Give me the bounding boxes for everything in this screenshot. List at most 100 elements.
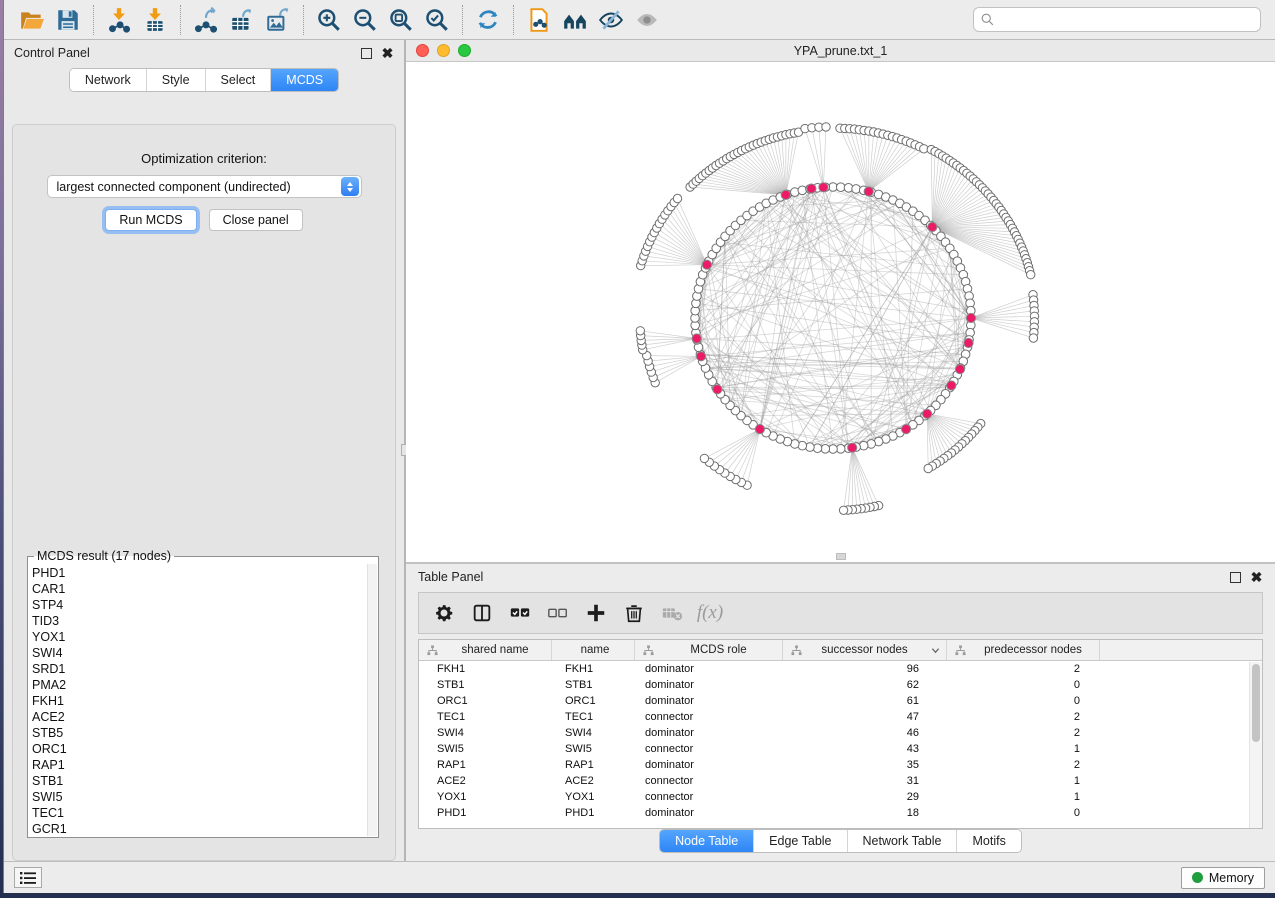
export-image-button[interactable]	[260, 3, 296, 37]
network-canvas[interactable]	[406, 62, 1275, 562]
delete-table-icon	[661, 602, 683, 624]
toolbar-separator	[462, 5, 463, 35]
list-icon	[20, 871, 36, 885]
control-panel-title: Control Panel	[14, 46, 90, 60]
binoculars-button[interactable]	[557, 3, 593, 37]
result-item[interactable]: TEC1	[32, 805, 366, 821]
zoom-in-button[interactable]	[311, 3, 347, 37]
tab-motifs[interactable]: Motifs	[956, 830, 1020, 852]
zoom-fit-button[interactable]	[383, 3, 419, 37]
zoom-selected-button[interactable]	[419, 3, 455, 37]
export-table-icon	[229, 7, 255, 33]
result-item[interactable]: SWI5	[32, 789, 366, 805]
result-item[interactable]: RAP1	[32, 757, 366, 773]
result-item[interactable]: FKH1	[32, 693, 366, 709]
delete-column-button[interactable]	[617, 596, 651, 630]
import-table-icon	[142, 7, 168, 33]
deselect-all-button[interactable]	[541, 596, 575, 630]
float-panel-icon[interactable]	[361, 48, 372, 59]
table-panel: Table Panel ✖	[406, 562, 1275, 861]
result-item[interactable]: CAR1	[32, 581, 366, 597]
open-file-button[interactable]	[14, 3, 50, 37]
cytoscape-window: Control Panel ✖ Network Style Select MCD…	[3, 0, 1275, 893]
tab-select[interactable]: Select	[205, 69, 271, 91]
zoom-out-button[interactable]	[347, 3, 383, 37]
close-table-panel-icon[interactable]: ✖	[1250, 571, 1263, 584]
network-graph[interactable]	[406, 62, 1275, 561]
result-item[interactable]: TID3	[32, 613, 366, 629]
result-item[interactable]: YOX1	[32, 629, 366, 645]
result-item[interactable]: SWI4	[32, 645, 366, 661]
tab-edge-table[interactable]: Edge Table	[753, 830, 846, 852]
table-row[interactable]: TEC1TEC1connector472	[419, 709, 1262, 725]
save-session-button[interactable]	[50, 3, 86, 37]
node-table: shared name name MCDS role successor nod…	[418, 639, 1263, 829]
network-file-button[interactable]	[521, 3, 557, 37]
result-item[interactable]: PMA2	[32, 677, 366, 693]
table-row[interactable]: STB1STB1dominator620	[419, 677, 1262, 693]
trash-icon	[623, 602, 645, 624]
result-item[interactable]: PHD1	[32, 565, 366, 581]
result-item[interactable]: ORC1	[32, 741, 366, 757]
select-all-button[interactable]	[503, 596, 537, 630]
attribute-icon	[643, 645, 654, 656]
column-header-shared-name[interactable]: shared name	[419, 640, 552, 660]
export-network-button[interactable]	[188, 3, 224, 37]
table-row[interactable]: ORC1ORC1dominator610	[419, 693, 1262, 709]
add-column-button[interactable]	[579, 596, 613, 630]
tab-style[interactable]: Style	[146, 69, 205, 91]
result-item[interactable]: GCR1	[32, 821, 366, 835]
table-settings-button[interactable]	[427, 596, 461, 630]
refresh-layout-button[interactable]	[470, 3, 506, 37]
column-header-name[interactable]: name	[552, 640, 635, 660]
criterion-dropdown[interactable]: largest connected component (undirected)	[47, 175, 362, 198]
table-row[interactable]: RAP1RAP1dominator352	[419, 757, 1262, 773]
table-row[interactable]: YOX1YOX1connector291	[419, 789, 1262, 805]
toolbar-separator	[513, 5, 514, 35]
mcds-panel: Optimization criterion: largest connecte…	[12, 124, 396, 861]
close-panel-icon[interactable]: ✖	[381, 47, 394, 60]
import-table-button[interactable]	[137, 3, 173, 37]
show-column-panel-button[interactable]	[465, 596, 499, 630]
zoom-fit-icon	[388, 7, 414, 33]
tab-network-table[interactable]: Network Table	[847, 830, 957, 852]
table-row[interactable]: SWI5SWI5connector431	[419, 741, 1262, 757]
tab-mcds[interactable]: MCDS	[270, 69, 338, 91]
table-row[interactable]: SWI4SWI4dominator462	[419, 725, 1262, 741]
task-history-button[interactable]	[14, 867, 42, 888]
result-item[interactable]: STB1	[32, 773, 366, 789]
result-item[interactable]: STP4	[32, 597, 366, 613]
memory-button[interactable]: Memory	[1181, 867, 1265, 889]
export-table-button[interactable]	[224, 3, 260, 37]
column-header-mcds-role[interactable]: MCDS role	[635, 640, 783, 660]
close-panel-button[interactable]: Close panel	[209, 209, 303, 231]
delete-table-button[interactable]	[655, 596, 689, 630]
plus-icon	[585, 602, 607, 624]
search-input[interactable]	[995, 10, 1254, 30]
column-header-successor-nodes[interactable]: successor nodes	[783, 640, 947, 660]
run-mcds-button[interactable]: Run MCDS	[105, 209, 196, 231]
canvas-splitter-grip[interactable]	[836, 553, 846, 560]
result-scrollbar[interactable]	[367, 564, 377, 836]
mcds-result-list[interactable]: PHD1 CAR1 STP4 TID3 YOX1 SWI4 SRD1 PMA2 …	[32, 565, 366, 835]
column-header-predecessor-nodes[interactable]: predecessor nodes	[947, 640, 1100, 660]
refresh-icon	[475, 7, 501, 33]
table-scrollbar[interactable]	[1249, 662, 1262, 828]
table-row[interactable]: ACE2ACE2connector311	[419, 773, 1262, 789]
table-row[interactable]: PHD1PHD1dominator180	[419, 805, 1262, 821]
tab-network[interactable]: Network	[70, 69, 146, 91]
criterion-label: Optimization criterion:	[13, 151, 395, 166]
result-item[interactable]: STB5	[32, 725, 366, 741]
float-table-panel-icon[interactable]	[1230, 572, 1241, 583]
zoom-out-icon	[352, 7, 378, 33]
table-scrollbar-thumb[interactable]	[1252, 664, 1260, 742]
hide-details-button[interactable]	[593, 3, 629, 37]
control-panel-tabbar: Network Style Select MCDS	[69, 68, 339, 92]
show-details-button[interactable]	[629, 3, 665, 37]
function-builder-button[interactable]: f(x)	[693, 596, 727, 630]
result-item[interactable]: SRD1	[32, 661, 366, 677]
result-item[interactable]: ACE2	[32, 709, 366, 725]
table-row[interactable]: FKH1FKH1dominator962	[419, 661, 1262, 677]
import-network-button[interactable]	[101, 3, 137, 37]
tab-node-table[interactable]: Node Table	[660, 830, 753, 852]
